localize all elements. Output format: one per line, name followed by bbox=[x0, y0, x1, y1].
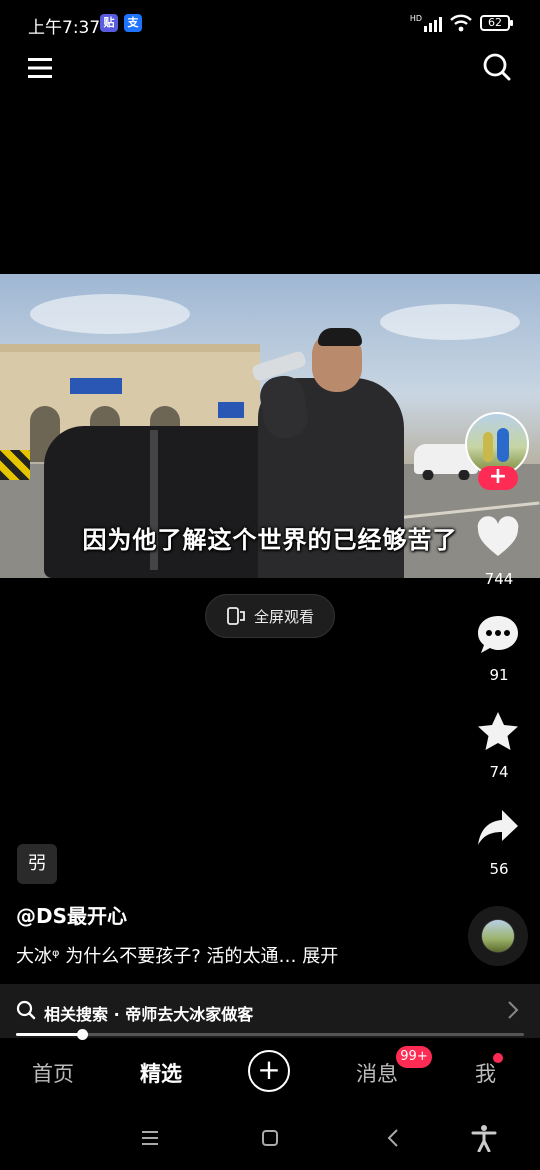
home-icon[interactable] bbox=[256, 1124, 284, 1152]
music-disc[interactable] bbox=[468, 906, 528, 966]
fullscreen-button[interactable]: 全屏观看 bbox=[205, 594, 335, 638]
back-icon[interactable] bbox=[380, 1124, 408, 1152]
expand-link[interactable]: 展开 bbox=[302, 946, 338, 967]
favorite-count: 74 bbox=[489, 763, 509, 781]
hd-label: HD bbox=[409, 14, 422, 23]
status-bar: 上午7:37 贴 支 HD 62 bbox=[0, 0, 540, 46]
menu-icon[interactable] bbox=[26, 54, 54, 82]
fullscreen-icon bbox=[227, 607, 245, 625]
tab-messages[interactable]: 消息 bbox=[356, 1058, 398, 1088]
tag-chip[interactable]: 弜 bbox=[17, 844, 57, 884]
tab-home[interactable]: 首页 bbox=[32, 1058, 74, 1088]
status-time: 上午7:37 bbox=[28, 18, 101, 38]
author-name[interactable]: @DS最开心 bbox=[16, 900, 127, 929]
heart-icon[interactable] bbox=[476, 516, 520, 560]
star-icon[interactable] bbox=[476, 710, 520, 754]
video-subtitle: 因为他了解这个世界的已经够苦了 bbox=[82, 526, 458, 554]
fullscreen-label: 全屏观看 bbox=[253, 607, 314, 626]
progress-fill bbox=[16, 1033, 82, 1036]
video-player[interactable]: 因为他了解这个世界的已经够苦了 bbox=[0, 274, 540, 578]
share-count: 56 bbox=[489, 860, 509, 878]
tab-me[interactable]: 我 bbox=[475, 1058, 496, 1088]
related-search-label: 相关搜索 · 帝师去大冰家做客 bbox=[44, 1005, 254, 1024]
notification-app-icon: 贴 bbox=[100, 14, 118, 32]
search-icon[interactable] bbox=[482, 52, 512, 82]
comment-count: 91 bbox=[489, 666, 509, 684]
search-icon bbox=[16, 1000, 36, 1020]
accessibility-icon[interactable] bbox=[470, 1124, 498, 1152]
me-notification-dot bbox=[493, 1053, 503, 1063]
chevron-right-icon bbox=[508, 1001, 519, 1019]
alipay-notification-icon: 支 bbox=[124, 14, 142, 32]
recent-apps-icon[interactable] bbox=[136, 1124, 164, 1152]
progress-track[interactable] bbox=[16, 1033, 524, 1036]
create-button[interactable]: + bbox=[248, 1050, 290, 1092]
comment-icon[interactable] bbox=[476, 613, 520, 657]
status-indicators: HD 62 bbox=[410, 12, 513, 34]
video-caption[interactable]: 大冰ᵠ 为什么不要孩子? 活的太通… 展开 bbox=[16, 942, 338, 968]
messages-badge: 99+ bbox=[396, 1046, 432, 1068]
caption-text: 大冰ᵠ 为什么不要孩子? 活的太通… bbox=[16, 946, 297, 967]
wifi-icon bbox=[450, 14, 472, 32]
progress-handle[interactable] bbox=[77, 1029, 88, 1040]
battery-indicator: 62 bbox=[480, 15, 513, 31]
tab-featured[interactable]: 精选 bbox=[140, 1058, 182, 1088]
follow-button[interactable]: + bbox=[478, 466, 518, 490]
signal-icon: HD bbox=[410, 14, 442, 32]
share-icon[interactable] bbox=[476, 806, 520, 850]
like-count: 744 bbox=[484, 570, 514, 588]
